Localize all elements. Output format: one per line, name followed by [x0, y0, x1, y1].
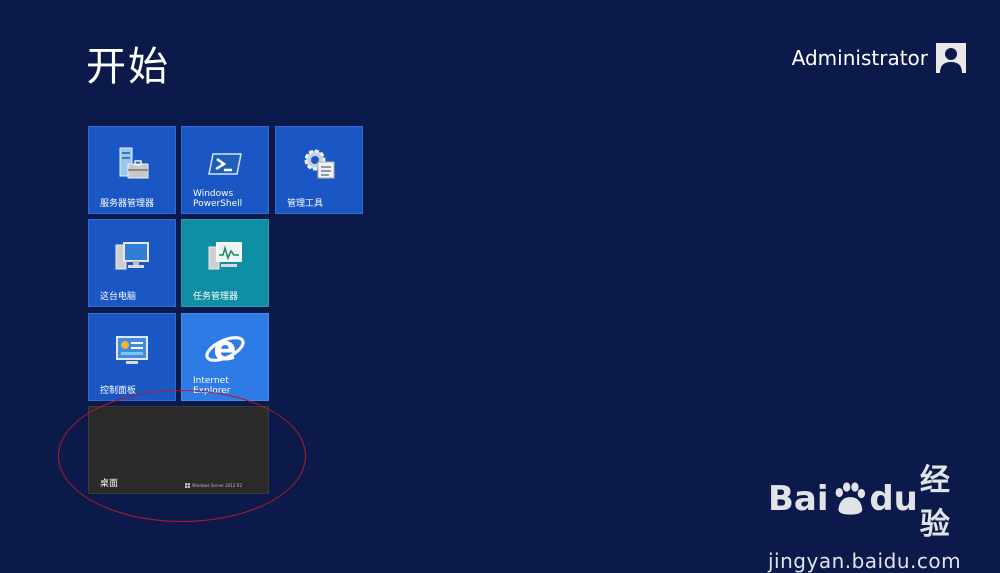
- start-title: 开始: [86, 44, 170, 90]
- user-account[interactable]: Administrator: [792, 43, 966, 73]
- baidu-paw-icon: [835, 482, 865, 515]
- tile-label: 桌面: [100, 479, 119, 489]
- this-pc-icon: [115, 242, 149, 270]
- powershell-icon: [208, 153, 242, 175]
- desktop-os-badge: Windows Server 2012 R2: [184, 483, 242, 488]
- svg-text:e: e: [213, 329, 236, 369]
- task-manager-icon: [208, 242, 242, 270]
- tile-server-manager[interactable]: 服务器管理器: [88, 126, 176, 214]
- control-panel-icon: [116, 336, 148, 364]
- tile-windows-powershell[interactable]: Windows PowerShell: [181, 126, 269, 214]
- windows-logo-icon: [184, 483, 190, 488]
- tile-label: Windows PowerShell: [193, 189, 243, 209]
- tile-this-pc[interactable]: 这台电脑: [88, 219, 176, 307]
- tile-internet-explorer[interactable]: e Internet Explorer: [181, 313, 269, 401]
- server-manager-icon: [119, 147, 149, 179]
- watermark-url: jingyan.baidu.com: [768, 549, 962, 573]
- tile-label: 管理工具: [287, 199, 324, 209]
- desktop-os-badge-text: Windows Server 2012 R2: [191, 483, 242, 488]
- watermark-brand-left: Bai: [768, 479, 829, 519]
- watermark-brand-right: du: [869, 479, 918, 519]
- baidu-watermark: Bai du 经验 jingyan.baidu.com: [768, 455, 978, 573]
- tile-task-manager[interactable]: 任务管理器: [181, 219, 269, 307]
- ie-icon: e: [205, 329, 245, 369]
- tile-label: 控制面板: [100, 386, 137, 396]
- tile-label: Internet Explorer: [193, 376, 231, 396]
- tile-label: 这台电脑: [100, 292, 137, 302]
- tile-control-panel[interactable]: 控制面板: [88, 313, 176, 401]
- tile-desktop[interactable]: 桌面 Windows Server 2012 R2: [88, 406, 269, 494]
- user-name: Administrator: [791, 46, 928, 70]
- tile-label: 服务器管理器: [100, 199, 155, 209]
- watermark-brand-cn: 经验: [919, 463, 950, 542]
- tile-label: 任务管理器: [193, 292, 239, 302]
- avatar-icon: [936, 43, 966, 73]
- admin-tools-icon: [304, 149, 335, 179]
- tile-admin-tools[interactable]: 管理工具: [275, 126, 363, 214]
